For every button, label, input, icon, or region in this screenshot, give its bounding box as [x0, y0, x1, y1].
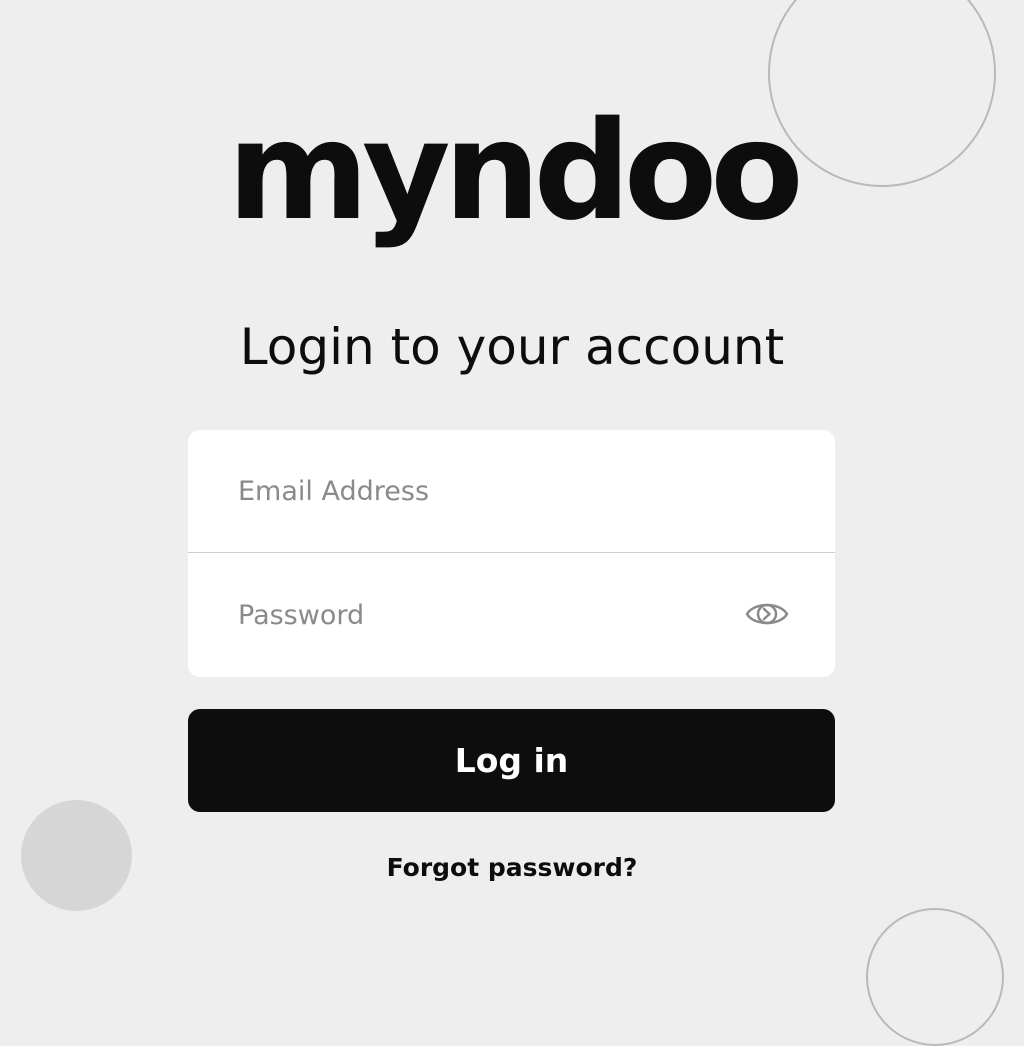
forgot-password-link[interactable]: Forgot password?	[0, 848, 1024, 888]
password-field[interactable]	[238, 553, 738, 677]
login-form-card	[188, 430, 835, 677]
brand-logo: myndoo	[227, 93, 803, 251]
decorative-circle-outline-bottom-right	[866, 908, 1004, 1046]
email-field[interactable]	[238, 430, 738, 552]
page-title: Login to your account	[239, 318, 785, 376]
email-field-row	[188, 430, 835, 553]
password-field-row	[188, 553, 835, 677]
eye-icon[interactable]	[745, 597, 789, 631]
login-button[interactable]: Log in	[188, 709, 835, 812]
